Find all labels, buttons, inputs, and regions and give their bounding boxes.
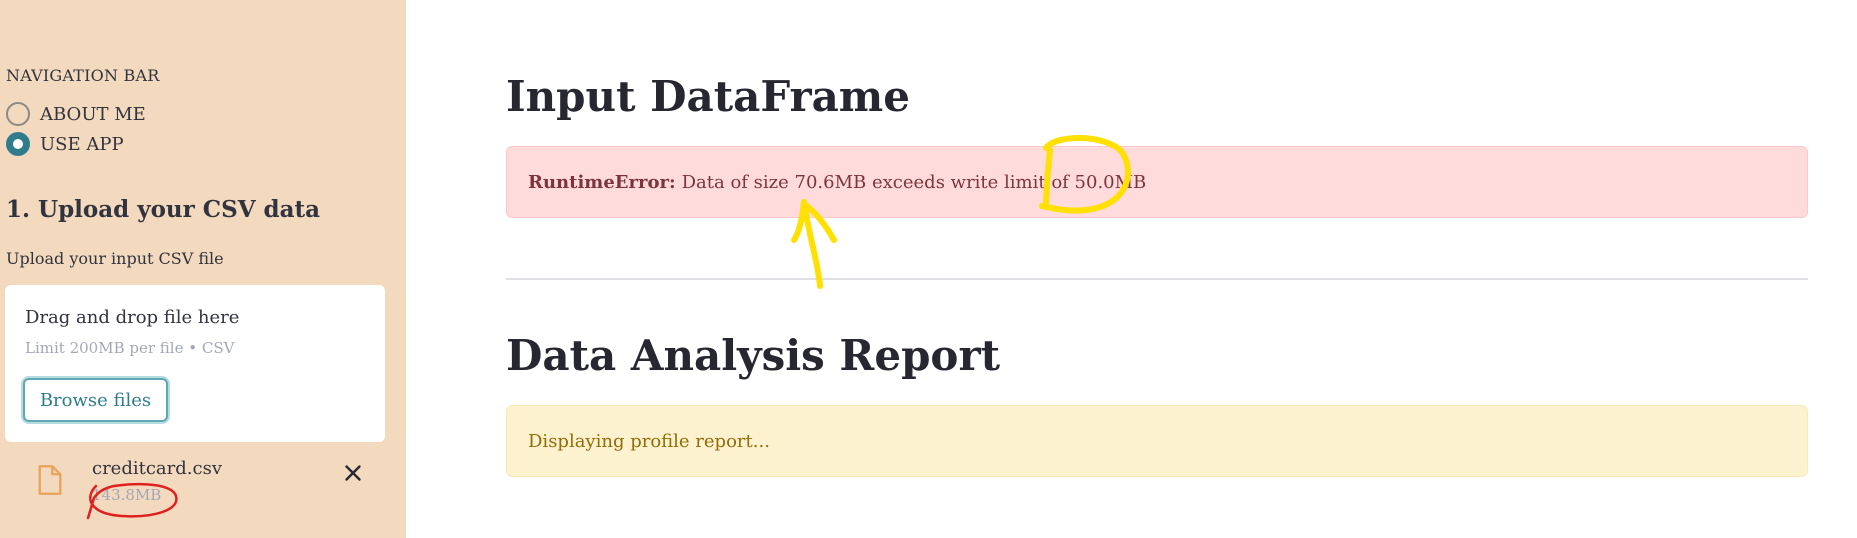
report-title: Data Analysis Report xyxy=(506,331,1000,380)
main-content: Input DataFrame RuntimeError: Data of si… xyxy=(406,0,1857,538)
file-size: 143.8MB xyxy=(92,486,162,504)
nav-label: NAVIGATION BAR xyxy=(6,66,160,85)
file-name: creditcard.csv xyxy=(92,458,222,479)
section-title: 1. Upload your CSV data xyxy=(6,196,321,223)
close-icon[interactable] xyxy=(340,460,366,486)
divider xyxy=(506,278,1808,280)
error-message: Data of size 70.6MB exceeds write limit … xyxy=(681,171,1147,193)
drop-text: Drag and drop file here xyxy=(25,307,240,328)
status-alert: Displaying profile report... xyxy=(506,405,1808,477)
drop-limit-text: Limit 200MB per file • CSV xyxy=(25,339,235,357)
radio-unchecked-icon[interactable] xyxy=(6,102,30,126)
uploaded-file-row: creditcard.csv 143.8MB xyxy=(30,458,370,518)
error-alert: RuntimeError: Data of size 70.6MB exceed… xyxy=(506,146,1808,218)
radio-about-me[interactable]: ABOUT ME xyxy=(6,102,146,126)
input-dataframe-title: Input DataFrame xyxy=(506,72,910,121)
radio-checked-icon[interactable] xyxy=(6,132,30,156)
browse-files-button[interactable]: Browse files xyxy=(23,378,168,422)
radio-label: USE APP xyxy=(40,133,124,155)
file-icon xyxy=(38,465,62,495)
radio-label: ABOUT ME xyxy=(40,103,146,125)
file-dropzone[interactable]: Drag and drop file here Limit 200MB per … xyxy=(5,285,385,442)
radio-use-app[interactable]: USE APP xyxy=(6,132,124,156)
sidebar: NAVIGATION BAR ABOUT ME USE APP 1. Uploa… xyxy=(0,0,406,538)
upload-label: Upload your input CSV file xyxy=(6,249,224,268)
error-type: RuntimeError: xyxy=(528,171,676,193)
